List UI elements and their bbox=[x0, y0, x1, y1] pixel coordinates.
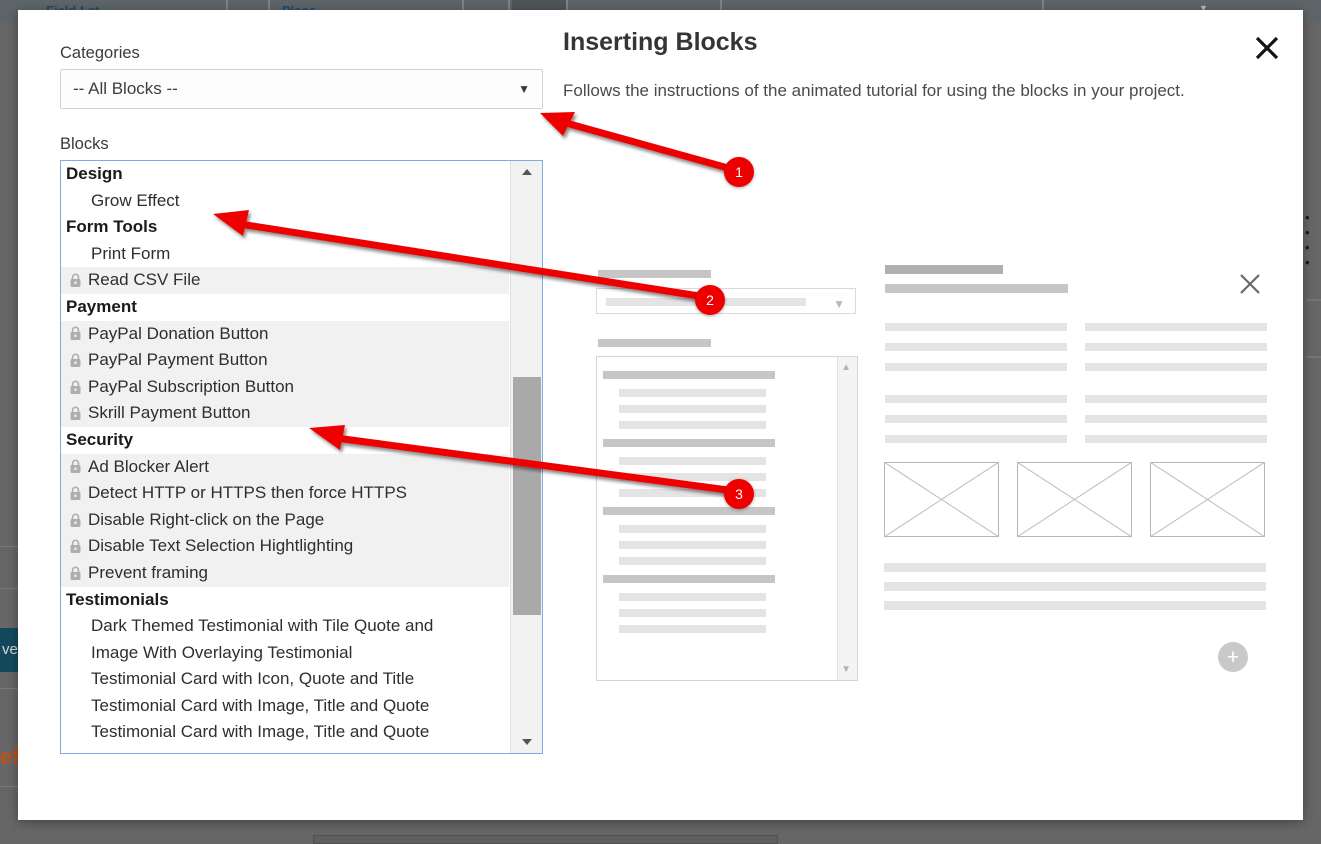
panel-description: Follows the instructions of the animated… bbox=[563, 81, 1185, 100]
wireframe-bar bbox=[598, 339, 711, 347]
scrollbar-thumb[interactable] bbox=[513, 377, 541, 615]
triangle-down-icon[interactable] bbox=[511, 731, 542, 753]
tutorial-wireframe: ▼ ▲ ▼ + bbox=[578, 253, 1278, 683]
block-group-header: Form Tools bbox=[61, 214, 509, 241]
block-item-label: Image With Overlaying Testimonial bbox=[91, 642, 353, 662]
lock-icon bbox=[70, 406, 81, 421]
blocks-scrollbar[interactable] bbox=[510, 161, 542, 753]
block-item-label: Ad Blocker Alert bbox=[88, 456, 209, 476]
block-item-label: Disable Right-click on the Page bbox=[88, 509, 325, 529]
block-item-label: Design bbox=[66, 164, 123, 183]
block-item-label: Payment bbox=[66, 296, 137, 316]
block-item-label: Security bbox=[66, 429, 134, 449]
block-item-label: Form Tools bbox=[66, 217, 158, 237]
block-item-label: Disable Text Selection Hightlighting bbox=[88, 536, 354, 556]
lock-icon bbox=[70, 513, 81, 527]
blocks-list: Design Grow Effect Form Tools Print Form Rea… bbox=[61, 161, 509, 753]
chevron-down-icon: ▼ bbox=[833, 297, 845, 311]
triangle-up-icon[interactable] bbox=[511, 161, 542, 183]
block-list-item[interactable]: Ad Blocker Alert bbox=[61, 453, 509, 481]
background-faint-line bbox=[1306, 299, 1321, 301]
inserting-blocks-dialog: Categories -- All Blocks -- ▼ Blocks Des… bbox=[18, 10, 1303, 820]
image-placeholder-icon bbox=[1150, 462, 1265, 537]
triangle-down-icon: ▼ bbox=[841, 664, 851, 675]
wireframe-bar bbox=[885, 284, 1068, 293]
triangle-up-icon: ▲ bbox=[841, 362, 851, 373]
wireframe-bar bbox=[885, 265, 1003, 274]
block-list-item[interactable]: Disable Text Selection Hightlighting bbox=[61, 533, 509, 560]
block-item-label: Skrill Payment Button bbox=[88, 403, 251, 423]
block-list-item[interactable]: Dark Themed Testimonial with Tile Quote … bbox=[61, 613, 509, 640]
screen: Field Lst Place ▼ ve efi • • • • Cat bbox=[0, 0, 1321, 844]
block-list-item[interactable]: Skrill Payment Button bbox=[61, 400, 509, 427]
block-list-item[interactable]: Grow Effect bbox=[61, 188, 509, 215]
block-item-label: Grow Effect bbox=[91, 190, 180, 210]
block-item-label: Detect HTTP or HTTPS then force HTTPS bbox=[88, 483, 407, 503]
block-item-label: Print Form bbox=[91, 243, 171, 263]
block-item-label: Dark Themed Testimonial with Tile Quote … bbox=[91, 616, 434, 636]
block-item-label: Testimonial Card with Image, Title and Q… bbox=[91, 722, 430, 742]
block-list-item[interactable]: Testimonial Card with Image, Title and Q… bbox=[61, 719, 509, 746]
blocks-picker: Categories -- All Blocks -- ▼ Blocks Des… bbox=[60, 44, 545, 754]
block-list-item[interactable]: Image With Overlaying Testimonial bbox=[61, 640, 509, 667]
blocks-label: Blocks bbox=[60, 135, 109, 153]
wireframe-scrollbar bbox=[837, 357, 857, 680]
image-placeholder-icon bbox=[884, 462, 999, 537]
block-item-label: PayPal Payment Button bbox=[88, 350, 268, 370]
category-select-value: -- All Blocks -- bbox=[73, 79, 178, 98]
block-item-label: Testimonials bbox=[66, 589, 169, 609]
plus-icon: + bbox=[1218, 642, 1248, 672]
wireframe-listbox: ▲ ▼ bbox=[596, 356, 858, 681]
block-item-label: Read CSV File bbox=[88, 270, 201, 290]
lock-icon bbox=[70, 380, 81, 394]
block-item-label: PayPal Donation Button bbox=[88, 323, 269, 343]
block-list-item[interactable]: Disable Right-click on the Page bbox=[61, 506, 509, 534]
close-icon bbox=[1239, 273, 1261, 300]
category-select[interactable]: -- All Blocks -- ▼ bbox=[60, 69, 543, 109]
lock-icon bbox=[70, 353, 81, 367]
chevron-down-icon: ▼ bbox=[518, 82, 530, 96]
block-list-item[interactable]: Testimonial Card with Image, Title and Q… bbox=[61, 693, 509, 720]
block-list-item[interactable]: PayPal Subscription Button bbox=[61, 373, 509, 401]
lock-icon bbox=[70, 566, 81, 580]
lock-icon bbox=[70, 459, 81, 474]
block-group-header: Design bbox=[61, 161, 509, 188]
block-item-label: Testimonial Card with Icon, Quote and Ti… bbox=[91, 669, 415, 689]
block-group-header: Security bbox=[61, 427, 509, 454]
lock-icon bbox=[70, 273, 81, 288]
background-bottom-panel bbox=[313, 835, 778, 844]
block-item-label: Prevent framing bbox=[88, 562, 208, 582]
tutorial-panel: Inserting Blocks Follows the instruction… bbox=[563, 28, 1263, 104]
background-dots: • • • • bbox=[1305, 210, 1312, 270]
wireframe-bar bbox=[606, 298, 806, 306]
block-list-item[interactable]: Prevent framing bbox=[61, 559, 509, 587]
block-item-label: PayPal Subscription Button bbox=[88, 376, 295, 396]
lock-icon bbox=[70, 486, 81, 500]
background-faint-line bbox=[1306, 356, 1321, 358]
block-list-item[interactable]: Print Form bbox=[61, 241, 509, 268]
block-list-item[interactable]: Read CSV File bbox=[61, 267, 509, 294]
block-list-item[interactable]: Testimonial Card with Icon, Quote and Ti… bbox=[61, 666, 509, 693]
lock-icon bbox=[70, 326, 81, 341]
block-item-label: Testimonial Card with Image, Title and Q… bbox=[91, 695, 430, 715]
lock-icon bbox=[70, 539, 81, 554]
block-group-header: Testimonials bbox=[61, 587, 509, 614]
block-group-header: Payment bbox=[61, 294, 509, 321]
blocks-listbox[interactable]: Design Grow Effect Form Tools Print Form Rea… bbox=[60, 160, 543, 754]
image-placeholder-icon bbox=[1017, 462, 1132, 537]
wireframe-select: ▼ bbox=[596, 288, 856, 314]
page-title: Inserting Blocks bbox=[563, 28, 758, 56]
block-list-item[interactable]: Detect HTTP or HTTPS then force HTTPS bbox=[61, 480, 509, 507]
categories-label: Categories bbox=[60, 44, 140, 62]
wireframe-bar bbox=[598, 270, 711, 278]
block-list-item[interactable]: PayPal Donation Button bbox=[61, 320, 509, 348]
block-list-item[interactable]: PayPal Payment Button bbox=[61, 347, 509, 374]
